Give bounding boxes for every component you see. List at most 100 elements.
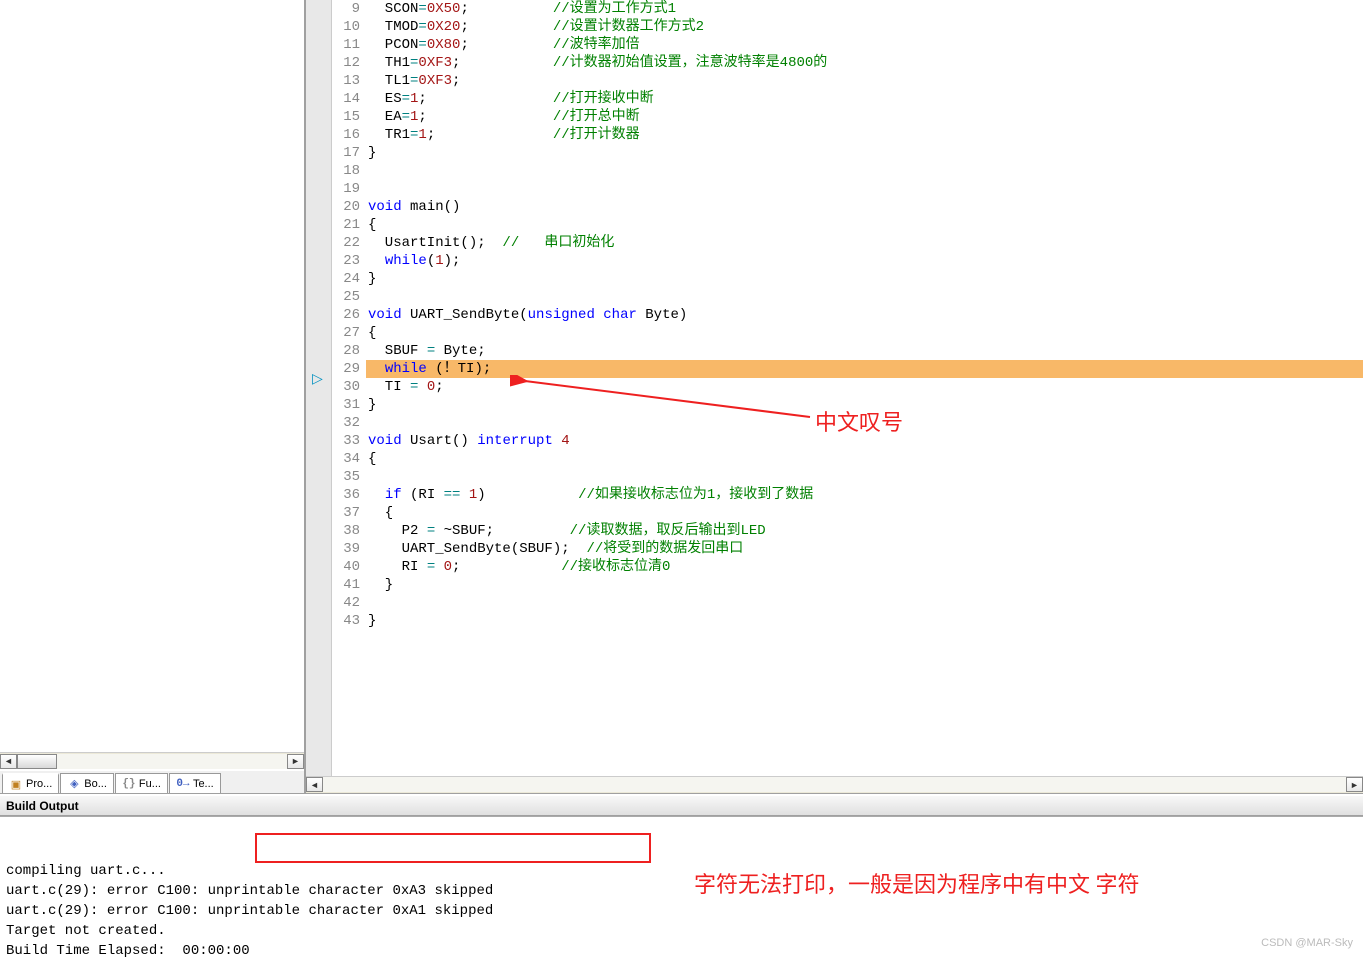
line-number: 29 — [332, 360, 360, 378]
scroll-right-icon[interactable]: ► — [1346, 777, 1363, 792]
tab-templates[interactable]: 0→Te... — [169, 773, 221, 793]
templates-icon: 0→ — [176, 777, 190, 791]
line-number: 26 — [332, 306, 360, 324]
code-line[interactable]: UART_SendByte(SBUF); //将受到的数据发回串口 — [366, 540, 1363, 558]
code-line[interactable]: TI = 0; — [366, 378, 1363, 396]
line-number: 20 — [332, 198, 360, 216]
line-number: 23 — [332, 252, 360, 270]
line-number: 22 — [332, 234, 360, 252]
line-number: 9 — [332, 0, 360, 18]
build-line: uart.c(29): error C100: unprintable char… — [6, 901, 1357, 921]
annotation-arrow-label: 中文叹号 — [815, 405, 903, 437]
code-line[interactable] — [366, 288, 1363, 306]
code-line[interactable]: TL1=0XF3; — [366, 72, 1363, 90]
code-line[interactable] — [366, 162, 1363, 180]
line-number: 21 — [332, 216, 360, 234]
code-line[interactable]: { — [366, 324, 1363, 342]
code-line[interactable] — [366, 180, 1363, 198]
code-line[interactable]: P2 = ~SBUF; //读取数据，取反后输出到LED — [366, 522, 1363, 540]
line-number: 18 — [332, 162, 360, 180]
line-number: 24 — [332, 270, 360, 288]
functions-icon: {} — [122, 777, 136, 791]
scroll-right-icon[interactable]: ► — [287, 754, 304, 769]
editor-body[interactable]: ▷ 91011121314151617181920212223242526272… — [306, 0, 1363, 776]
tab-functions[interactable]: {}Fu... — [115, 773, 168, 793]
line-number: 33 — [332, 432, 360, 450]
project-sidebar: ◄ ► ▣Pro... ◈Bo... {}Fu... 0→Te... — [0, 0, 306, 793]
line-number: 19 — [332, 180, 360, 198]
code-line[interactable]: UsartInit(); // 串口初始化 — [366, 234, 1363, 252]
build-output-header: Build Output — [0, 794, 1363, 816]
line-number: 37 — [332, 504, 360, 522]
editor-hscroll[interactable]: ◄ ► — [306, 776, 1363, 793]
code-line[interactable]: } — [366, 612, 1363, 630]
build-line: Target not created. — [6, 921, 1357, 941]
tab-label: Te... — [193, 778, 214, 790]
code-line[interactable]: { — [366, 504, 1363, 522]
line-number: 38 — [332, 522, 360, 540]
line-number: 35 — [332, 468, 360, 486]
line-number: 10 — [332, 18, 360, 36]
line-number: 40 — [332, 558, 360, 576]
code-line[interactable]: void main() — [366, 198, 1363, 216]
build-line: uart.c(29): error C100: unprintable char… — [6, 881, 1357, 901]
code-line[interactable]: TH1=0XF3; //计数器初始值设置，注意波特率是4800的 — [366, 54, 1363, 72]
watermark: CSDN @MAR-Sky — [1261, 937, 1353, 949]
scroll-track[interactable] — [323, 777, 1346, 792]
code-line[interactable]: } — [366, 144, 1363, 162]
line-number: 30 — [332, 378, 360, 396]
sidebar-hscroll[interactable]: ◄ ► — [0, 752, 304, 769]
line-number: 25 — [332, 288, 360, 306]
code-line[interactable]: PCON=0X80; //波特率加倍 — [366, 36, 1363, 54]
line-number: 15 — [332, 108, 360, 126]
build-title: Build Output — [6, 799, 79, 813]
build-output[interactable]: compiling uart.c...uart.c(29): error C10… — [0, 816, 1363, 965]
code-line[interactable]: RI = 0; //接收标志位清0 — [366, 558, 1363, 576]
line-number: 36 — [332, 486, 360, 504]
build-line: compiling uart.c... — [6, 861, 1357, 881]
code-line[interactable] — [366, 468, 1363, 486]
scroll-left-icon[interactable]: ◄ — [0, 754, 17, 769]
main-area: ◄ ► ▣Pro... ◈Bo... {}Fu... 0→Te... ▷ 910… — [0, 0, 1363, 794]
tab-project[interactable]: ▣Pro... — [2, 773, 59, 793]
line-number: 16 — [332, 126, 360, 144]
code-line[interactable]: while(1); — [366, 252, 1363, 270]
line-number: 43 — [332, 612, 360, 630]
build-line: Build Time Elapsed: 00:00:00 — [6, 941, 1357, 961]
marker-column: ▷ — [306, 0, 332, 776]
sidebar-tree[interactable] — [0, 0, 304, 752]
code-line[interactable]: while (！TI); — [366, 360, 1363, 378]
scroll-track[interactable] — [17, 754, 287, 769]
line-number: 27 — [332, 324, 360, 342]
code-line[interactable] — [366, 594, 1363, 612]
code-line[interactable]: if (RI == 1) //如果接收标志位为1，接收到了数据 — [366, 486, 1363, 504]
line-number: 32 — [332, 414, 360, 432]
code-line[interactable]: ES=1; //打开接收中断 — [366, 90, 1363, 108]
scroll-left-icon[interactable]: ◄ — [306, 777, 323, 792]
line-number: 39 — [332, 540, 360, 558]
code-line[interactable]: TMOD=0X20; //设置计数器工作方式2 — [366, 18, 1363, 36]
code-line[interactable]: SCON=0X50; //设置为工作方式1 — [366, 0, 1363, 18]
scroll-thumb[interactable] — [17, 754, 57, 769]
line-number: 31 — [332, 396, 360, 414]
current-line-marker-icon: ▷ — [312, 370, 323, 387]
tab-label: Fu... — [139, 778, 161, 790]
code-line[interactable]: EA=1; //打开总中断 — [366, 108, 1363, 126]
code-line[interactable]: } — [366, 576, 1363, 594]
line-number-gutter: 9101112131415161718192021222324252627282… — [332, 0, 366, 776]
code-line[interactable]: SBUF = Byte; — [366, 342, 1363, 360]
tab-label: Bo... — [84, 778, 107, 790]
books-icon: ◈ — [67, 777, 81, 791]
code-line[interactable]: { — [366, 216, 1363, 234]
line-number: 42 — [332, 594, 360, 612]
code-line[interactable]: } — [366, 270, 1363, 288]
code-line[interactable]: void UART_SendByte(unsigned char Byte) — [366, 306, 1363, 324]
editor-panel: ▷ 91011121314151617181920212223242526272… — [306, 0, 1363, 793]
tab-books[interactable]: ◈Bo... — [60, 773, 114, 793]
line-number: 13 — [332, 72, 360, 90]
code-line[interactable]: { — [366, 450, 1363, 468]
code-area[interactable]: SCON=0X50; //设置为工作方式1 TMOD=0X20; //设置计数器… — [366, 0, 1363, 776]
line-number: 28 — [332, 342, 360, 360]
code-line[interactable]: TR1=1; //打开计数器 — [366, 126, 1363, 144]
line-number: 14 — [332, 90, 360, 108]
